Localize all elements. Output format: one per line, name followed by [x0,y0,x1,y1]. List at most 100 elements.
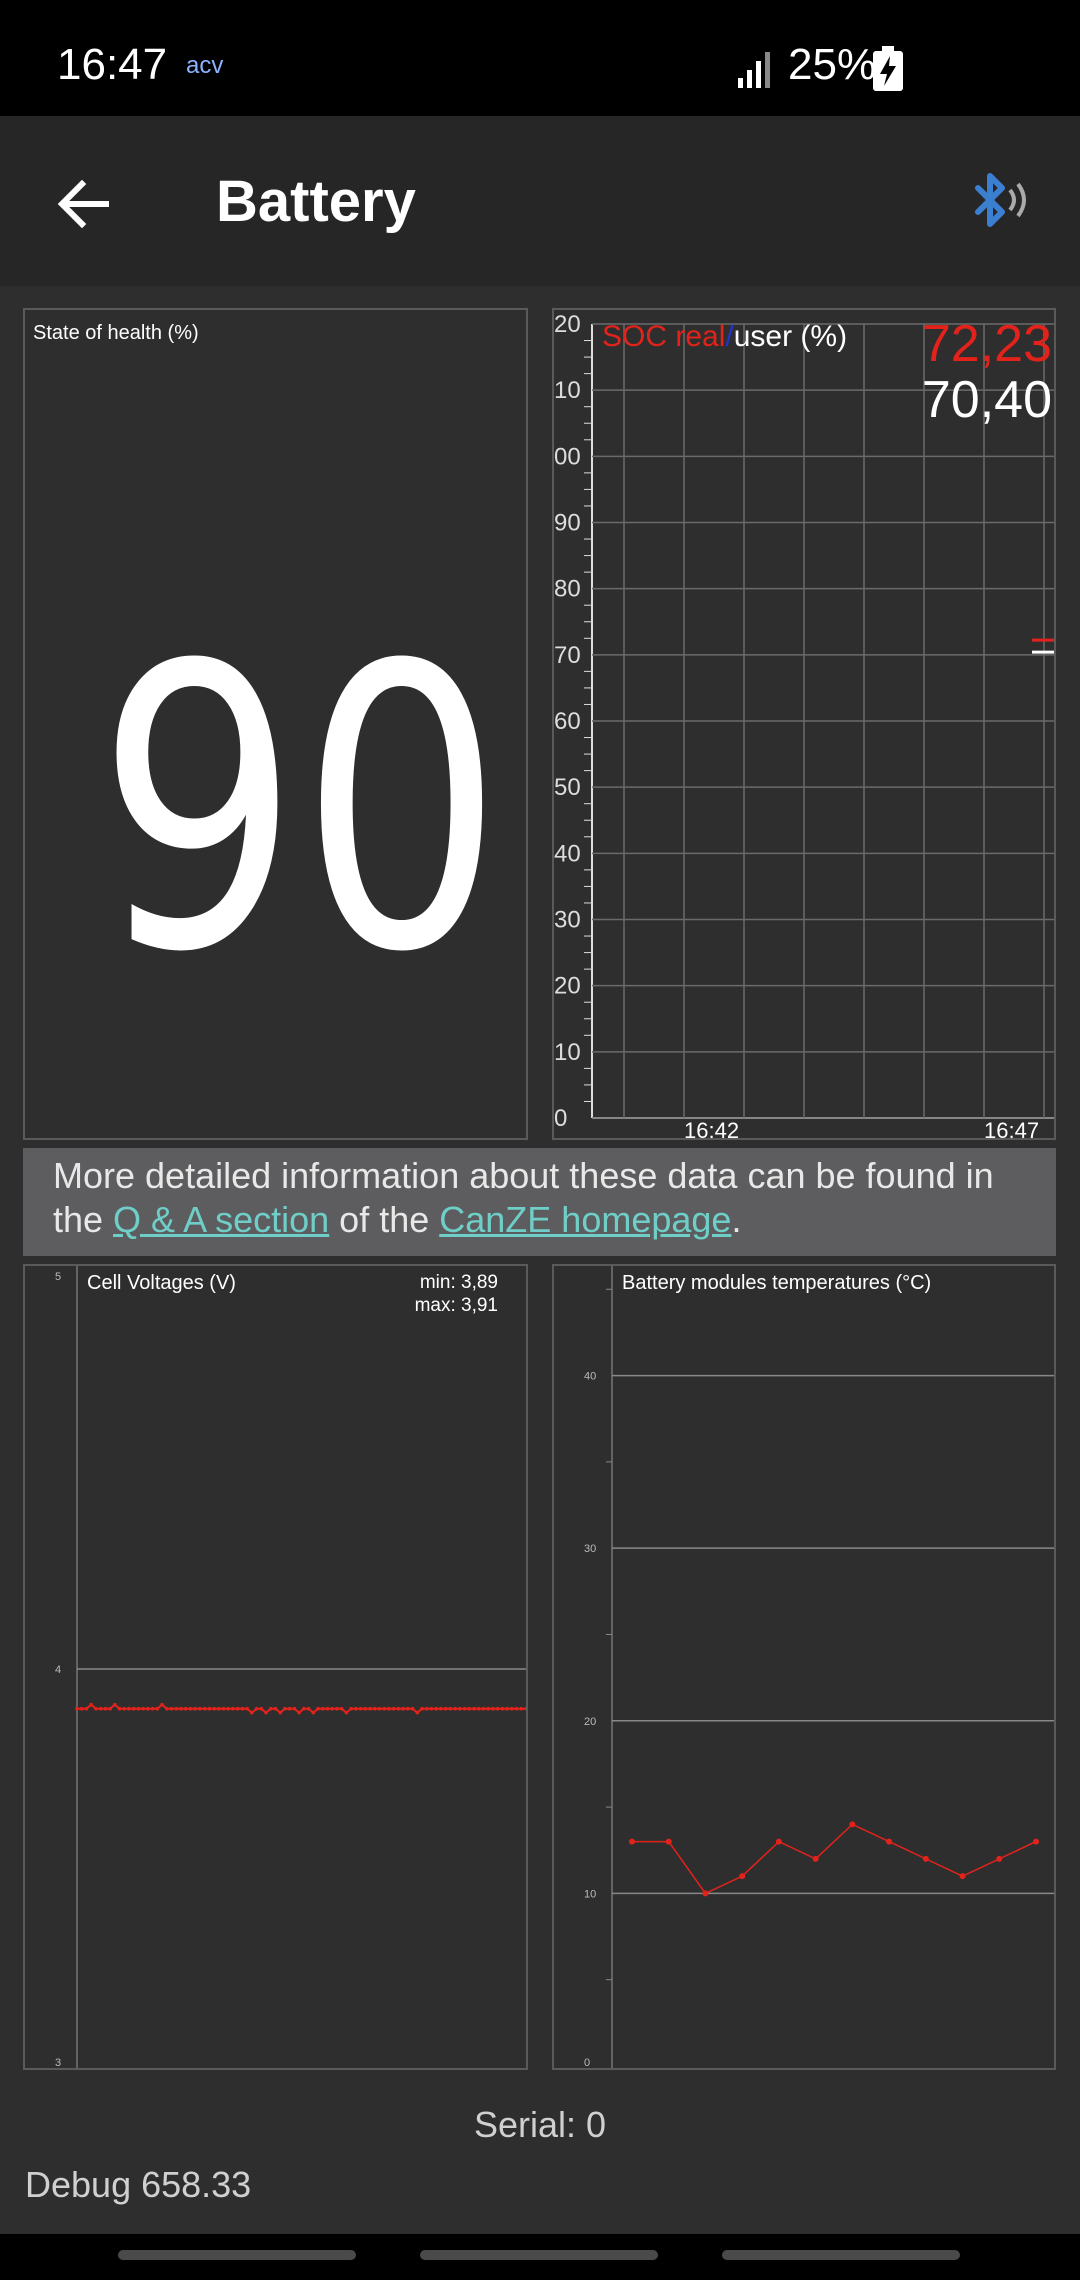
cv-data-point [302,1706,306,1711]
cv-data-point [349,1706,353,1711]
page-title: Battery [216,169,416,234]
soc-y-tick-label: 70 [554,642,581,669]
cv-data-point [287,1706,292,1711]
soh-label: State of health (%) [33,322,199,344]
cv-data-point [127,1706,131,1711]
cv-data-point [268,1706,273,1711]
cv-data-point [311,1710,316,1715]
soc-y-tick-label: 50 [554,774,581,801]
soc-chart-title: SOC real/user (%) [602,320,847,354]
cv-data-point [108,1706,112,1711]
cv-y-tick-label: 3 [55,2057,61,2068]
cv-data-point [406,1706,410,1711]
soc-x-tick-label: 16:42 [684,1118,739,1138]
canze-homepage-link[interactable]: CanZE homepage [439,1199,731,1240]
cv-data-point [420,1706,424,1711]
cv-data-point [514,1706,519,1711]
cv-data-point [439,1706,443,1711]
status-time: 16:47 [57,40,168,89]
cv-data-point [372,1706,377,1711]
cv-data-point [103,1706,108,1711]
soc-y-tick-label: 90 [554,510,581,537]
bt-series-line [632,1823,1037,1895]
cv-y-tick-label: 5 [55,1271,61,1283]
cv-data-point [448,1706,453,1711]
battery-charging-icon [873,46,903,91]
cv-data-point [264,1710,268,1715]
soc-y-tick-label: 0 [554,1105,567,1132]
module-temperatures-panel: 0 10 20 30 40 Battery modules temperatures (… [552,1264,1056,2070]
cv-data-point [278,1710,283,1715]
cv-data-point [387,1706,391,1711]
cell-voltages-chart: 3 4 5 [55,1266,526,2068]
nav-recents-button[interactable] [118,2250,356,2260]
cv-y-tick-label: 4 [55,1664,61,1676]
cv-data-point [510,1706,514,1711]
cv-data-point [316,1706,320,1711]
bluetooth-connected-icon[interactable] [960,166,1036,242]
cv-data-point [458,1706,462,1711]
cv-data-point [75,1706,79,1711]
cv-data-point [259,1706,264,1711]
cv-data-point [273,1706,278,1711]
status-bar: 16:47 acv 25% [0,0,1080,116]
cv-data-point [424,1706,429,1711]
cv-data-point [146,1706,150,1711]
cv-data-point [339,1706,344,1711]
state-of-health-panel: State of health (%) 90 [23,308,528,1140]
cv-data-point [481,1706,486,1711]
soc-real-label: SOC real [602,320,726,353]
cv-data-point [122,1706,127,1711]
bt-y-tick-label: 20 [584,1716,596,1728]
cv-data-point [358,1706,363,1711]
bt-data-point [775,1838,782,1845]
cv-data-point [368,1706,372,1711]
cv-data-point [377,1706,382,1711]
soc-y-tick-label: 20 [554,973,581,1000]
acv-indicator-icon: acv [186,52,224,79]
info-box: More detailed information about these da… [23,1148,1056,1256]
cv-data-point [500,1706,505,1711]
cv-data-point [429,1706,434,1711]
soc-y-tick-label: 40 [554,840,581,867]
soc-user-value: 70,40 [921,371,1052,429]
cv-data-point [297,1710,301,1715]
soc-y-tick-label: 00 [554,443,581,470]
soc-chart: 0 10 20 30 40 50 60 70 80 90 00 10 20 16:42 16:47 [554,311,1054,1138]
soc-y-tick-label: 80 [554,576,581,603]
serial-label: Serial: 0 [473,2104,607,2145]
cv-data-point [183,1706,188,1711]
cv-data-point [453,1706,457,1711]
bt-data-point [849,1821,856,1828]
module-temperatures-chart: 0 10 20 30 40 [584,1266,1054,2068]
qa-section-link[interactable]: Q & A section [113,1199,329,1240]
cv-data-point [250,1710,254,1715]
bt-data-point [996,1855,1003,1862]
module-temperatures-title: Battery modules temperatures (°C) [622,1272,932,1294]
navigation-bar [0,2234,1080,2280]
nav-home-button[interactable] [420,2250,658,2260]
debug-label: Debug 658.33 [25,2164,252,2205]
soc-slash: / [725,320,734,353]
nav-back-button[interactable] [722,2250,960,2260]
cv-data-point [193,1706,197,1711]
cv-data-point [491,1706,495,1711]
arrow-back-icon[interactable] [52,172,116,236]
cv-data-point [396,1706,401,1711]
cv-data-point [216,1706,221,1711]
cell-voltages-min: min: 3,89 [419,1272,498,1293]
cv-data-point [221,1706,226,1711]
cv-data-point [382,1706,387,1711]
cv-data-point [335,1706,339,1711]
cv-data-point [254,1706,259,1711]
cv-data-point [434,1706,439,1711]
bt-data-point [665,1838,672,1845]
bt-data-point [886,1838,893,1845]
bt-y-tick-label: 0 [584,2057,590,2068]
cv-data-point [188,1706,193,1711]
soc-y-tick-label: 60 [554,708,581,735]
bt-y-tick-label: 40 [584,1371,596,1383]
cv-data-point [150,1706,155,1711]
cv-data-point [330,1706,335,1711]
cv-data-point [344,1710,349,1715]
